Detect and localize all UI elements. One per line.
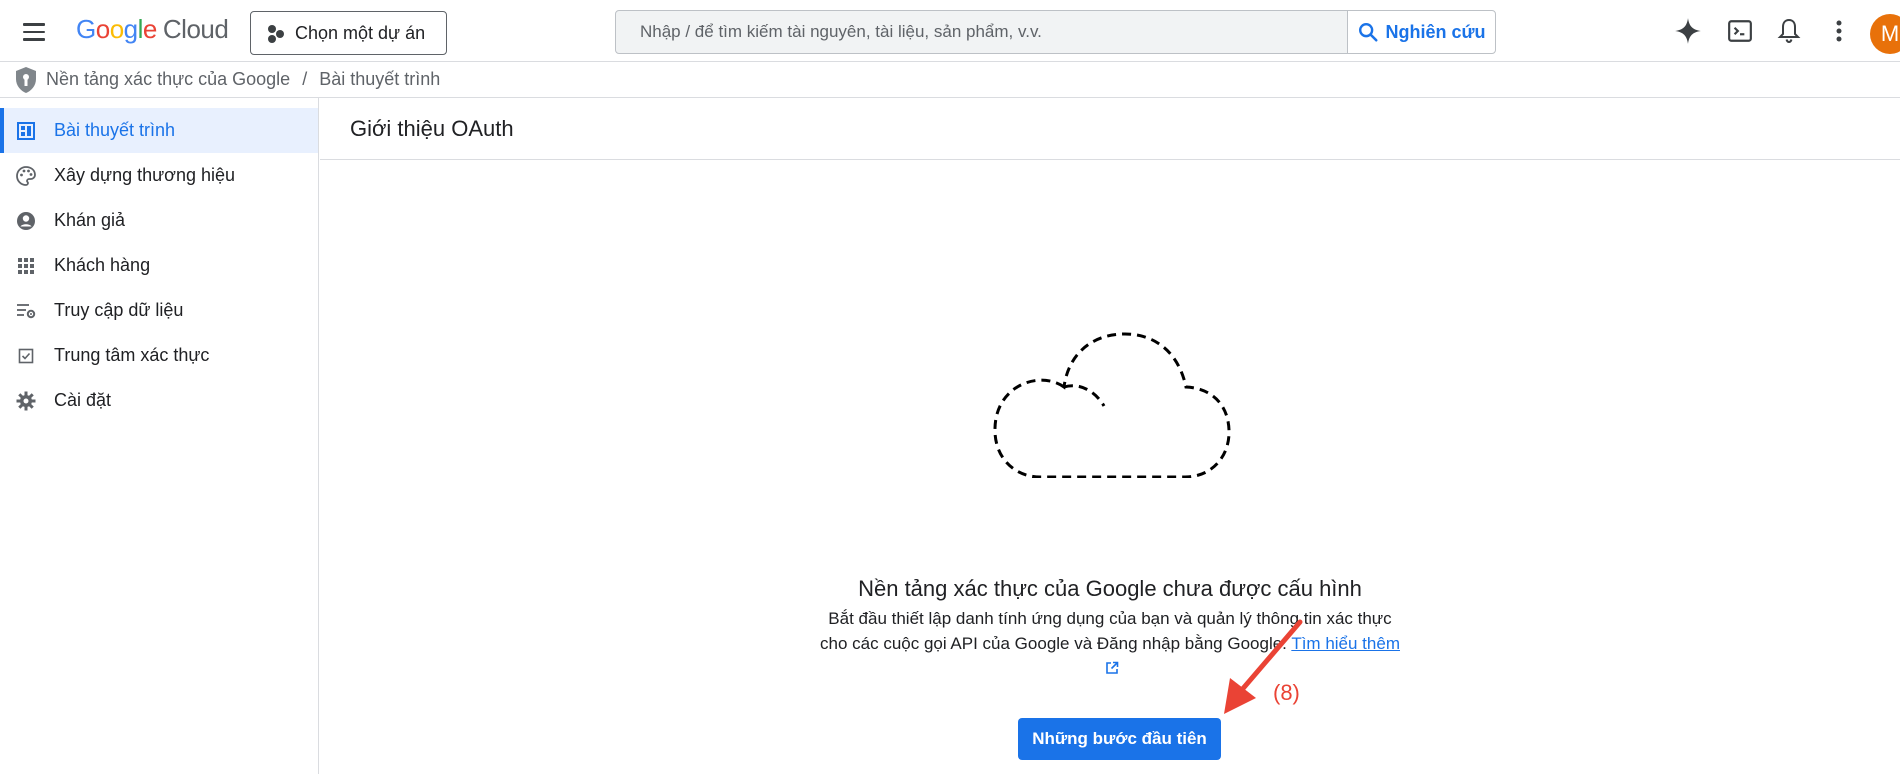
empty-state-title: Nền tảng xác thực của Google chưa được c… (858, 576, 1362, 601)
sidebar-item-label: Truy cập dữ liệu (54, 300, 184, 320)
top-bar: GoogleCloud Chọn một dự án Nghiên cứu M (0, 0, 1900, 62)
google-cloud-logo[interactable]: Google Cloud (76, 14, 229, 45)
breadcrumb-item-overview[interactable]: Bài thuyết trình (319, 69, 440, 90)
external-link-icon (1105, 661, 1118, 674)
page-title: Giới thiệu OAuth (320, 98, 1900, 160)
sidebar-item-audience[interactable]: Khán giả (0, 198, 318, 243)
sidebar-item-label: Cài đặt (54, 390, 112, 410)
main-content: Giới thiệu OAuth Nền tảng xác thực của G… (320, 98, 1900, 774)
get-started-button[interactable]: Những bước đầu tiên (1018, 718, 1221, 760)
notifications-bell-icon[interactable] (1772, 14, 1806, 48)
sidebar-item-label: Bài thuyết trình (54, 120, 176, 140)
sidebar: Bài thuyết trình Xây dựng thương hiệu Kh… (0, 98, 319, 774)
gemini-sparkle-icon[interactable] (1671, 14, 1705, 48)
sidebar-item-label: Xây dựng thương hiệu (54, 165, 236, 185)
dashboard-icon (16, 121, 36, 141)
sidebar-item-branding[interactable]: Xây dựng thương hiệu (0, 153, 318, 198)
sidebar-item-overview[interactable]: Bài thuyết trình (0, 108, 318, 153)
sidebar-item-clients[interactable]: Khách hàng (0, 243, 318, 288)
sidebar-item-label: Khách hàng (54, 255, 151, 275)
annotation-arrow-icon (1224, 619, 1303, 714)
breadcrumb-item-auth-platform[interactable]: Nền tảng xác thực của Google (46, 69, 290, 90)
breadcrumb-separator: / (302, 69, 308, 89)
cloud-shell-terminal-icon[interactable] (1723, 14, 1757, 48)
search-input[interactable] (616, 11, 1347, 53)
project-picker-button[interactable]: Chọn một dự án (250, 11, 447, 55)
sidebar-item-label: Khán giả (54, 210, 126, 230)
search-button[interactable]: Nghiên cứu (1347, 10, 1496, 54)
apps-grid-icon (16, 256, 36, 276)
more-options-icon[interactable] (1822, 14, 1856, 48)
project-picker-label: Chọn một dự án (295, 22, 426, 43)
sidebar-item-verification-center[interactable]: Trung tâm xác thực (0, 333, 318, 378)
sidebar-item-settings[interactable]: Cài đặt (0, 378, 318, 423)
search-icon (1359, 23, 1379, 42)
project-nodes-icon (267, 24, 285, 43)
search-box (615, 10, 1348, 54)
search-button-label: Nghiên cứu (1385, 21, 1486, 42)
palette-icon (16, 165, 36, 186)
account-circle-icon (16, 211, 36, 231)
sidebar-item-data-access[interactable]: Truy cập dữ liệu (0, 288, 318, 333)
user-avatar[interactable]: M (1870, 14, 1900, 54)
sidebar-item-label: Trung tâm xác thực (54, 345, 210, 365)
checkbox-icon (16, 346, 36, 366)
shield-lock-icon (16, 66, 36, 93)
list-settings-icon (16, 301, 36, 321)
main-menu-icon[interactable] (18, 16, 50, 48)
breadcrumb: Nền tảng xác thực của Google / Bài thuyế… (0, 62, 1900, 98)
dashed-cloud-illustration (993, 332, 1231, 478)
gear-icon (16, 391, 36, 411)
